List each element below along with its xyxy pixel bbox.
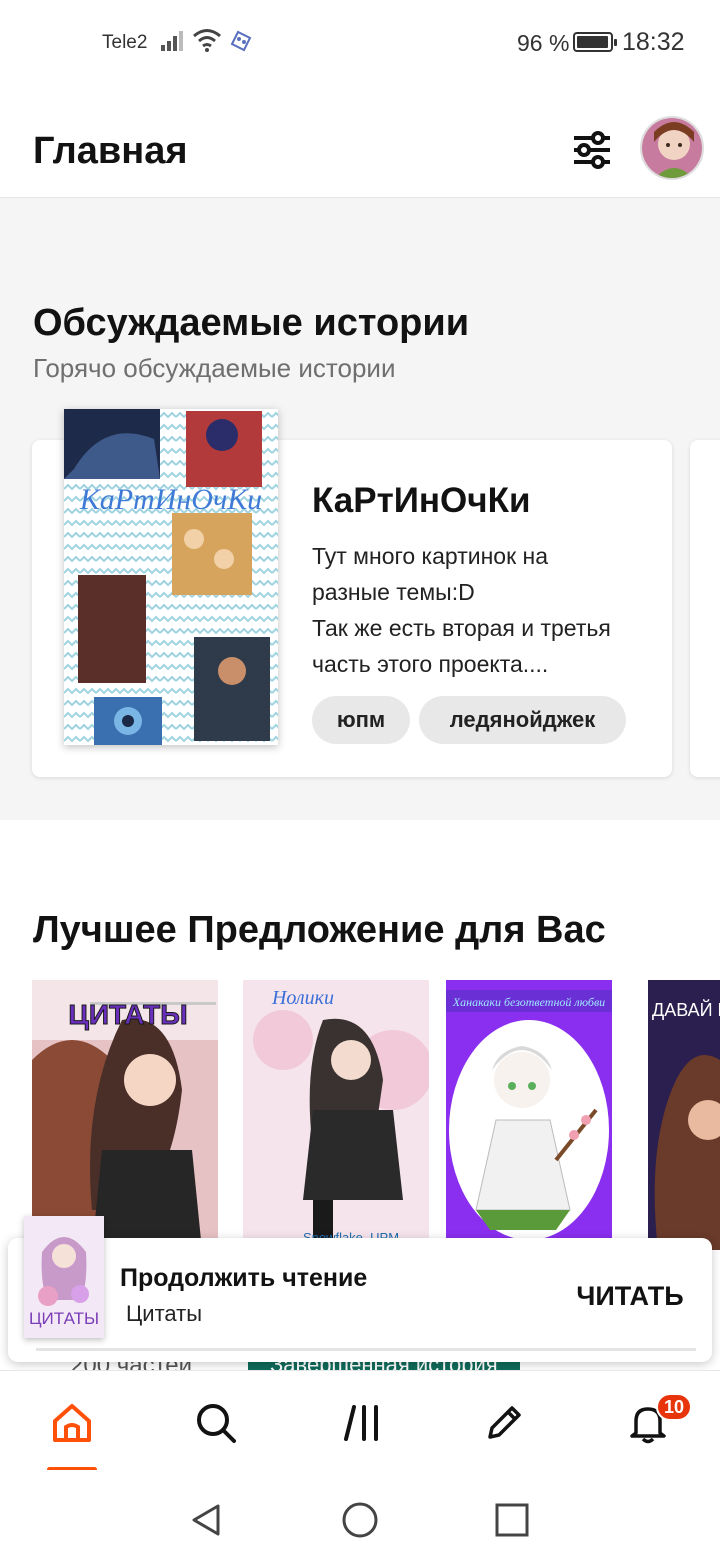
pencil-icon	[488, 1406, 521, 1439]
section-title-recommended: Лучшее Предложение для Вас	[33, 909, 606, 951]
app-header: Главная	[0, 86, 720, 198]
status-icons	[160, 28, 254, 52]
section-title-discussed: Обсуждаемые истории	[33, 302, 470, 344]
nav-library[interactable]	[338, 1399, 386, 1447]
continue-reading-story: Цитаты	[126, 1301, 203, 1326]
story-cover[interactable]: КаРтИнОчКи	[64, 409, 278, 745]
story-cover-text: КаРтИнОчКи	[79, 483, 262, 516]
search-icon	[197, 1404, 236, 1443]
recommended-cover-text: Нолики	[271, 987, 334, 1009]
recents-icon[interactable]	[492, 1500, 532, 1540]
recommended-cover-text: ДАВАЙ ВМЕСТЕ?	[652, 999, 720, 1020]
bottom-nav	[0, 1370, 720, 1472]
page-title: Главная	[33, 130, 188, 172]
wifi-icon	[193, 29, 221, 52]
battery-percent: 96 %	[517, 30, 570, 56]
signal-icon	[161, 31, 183, 51]
gamepad-icon	[230, 30, 252, 52]
system-nav-bar	[0, 1470, 720, 1560]
recommended-cover[interactable]: Нолики Snowflake_UPM	[243, 980, 429, 1250]
story-title[interactable]: КаРтИнОчКи	[312, 481, 530, 521]
recommended-cover[interactable]: Ханакаки безответной любви	[446, 980, 612, 1250]
reading-progress-bar	[36, 1348, 696, 1351]
section-subtitle-discussed: Горячо обсуждаемые истории	[33, 353, 396, 383]
library-icon	[344, 1405, 378, 1441]
carrier-name: Tele2	[102, 32, 148, 53]
battery-icon	[573, 32, 617, 52]
clock: 18:32	[622, 28, 685, 56]
recommended-cover[interactable]: ДАВАЙ ВМЕСТЕ?	[648, 980, 720, 1250]
nav-write[interactable]	[480, 1399, 528, 1447]
continue-cover-text: ЦИТАТЫ	[29, 1309, 99, 1328]
notification-count-badge: 10	[656, 1393, 692, 1421]
nav-home[interactable]	[48, 1399, 96, 1447]
tag-chip[interactable]: ледянойджек	[419, 696, 626, 744]
status-bar: Tele2 96 % 18:32	[0, 0, 720, 86]
continue-reading-title: Продолжить чтение	[120, 1264, 368, 1292]
story-card-next[interactable]	[690, 440, 720, 777]
nav-search[interactable]	[192, 1399, 240, 1447]
discussed-section: Обсуждаемые истории Горячо обсуждаемые и…	[0, 198, 720, 820]
recommended-cover-text: Ханакаки безответной любви	[452, 995, 605, 1009]
continue-reading-cover[interactable]: ЦИТАТЫ	[24, 1216, 104, 1338]
read-button[interactable]: ЧИТАТЬ	[560, 1276, 700, 1316]
back-icon[interactable]	[186, 1500, 226, 1540]
story-description: Тут много картинок на разные темы:D Так …	[312, 543, 611, 677]
user-avatar[interactable]	[640, 116, 704, 180]
home-circle-icon[interactable]	[340, 1500, 380, 1540]
home-icon	[53, 1404, 91, 1442]
recommended-cover[interactable]: ЦИТАТЫ	[32, 980, 218, 1250]
recommended-cover-text: ЦИТАТЫ	[68, 999, 187, 1030]
sliders-icon[interactable]	[570, 128, 614, 172]
tag-chip[interactable]: юпм	[312, 696, 410, 744]
